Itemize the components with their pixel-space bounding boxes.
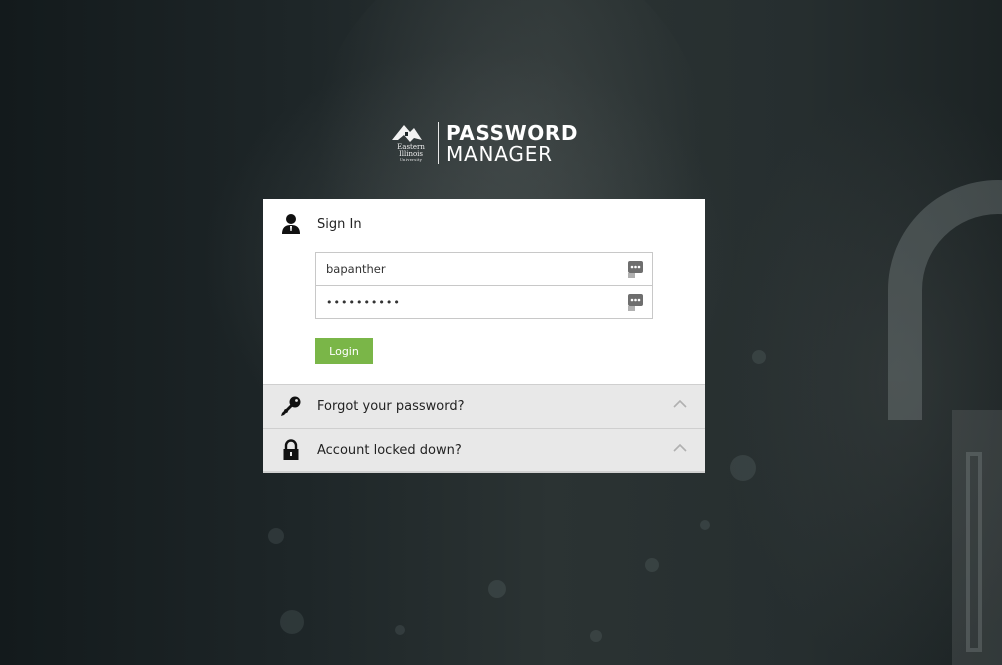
- panel-bottom-border: [263, 471, 705, 473]
- username-field[interactable]: [315, 252, 653, 286]
- bokeh-dot: [488, 580, 506, 598]
- bokeh-dot: [752, 350, 766, 364]
- password-input[interactable]: [316, 286, 626, 318]
- account-locked-accordion[interactable]: Account locked down?: [263, 428, 705, 472]
- university-wordmark: Eastern Illinois University: [390, 144, 432, 163]
- bokeh-dot: [280, 610, 304, 634]
- forgot-password-accordion[interactable]: Forgot your password?: [263, 384, 705, 428]
- user-icon: [282, 214, 300, 234]
- account-locked-label[interactable]: Account locked down?: [317, 443, 462, 458]
- university-line-3: University: [399, 158, 423, 162]
- padlock-icon: [283, 439, 299, 460]
- username-input[interactable]: [316, 253, 626, 285]
- app-title: PASSWORD MANAGER: [446, 122, 578, 165]
- bokeh-dot: [590, 630, 602, 642]
- padlock-shackle-graphic: [888, 180, 1002, 420]
- password-manager-icon[interactable]: [627, 293, 644, 312]
- forgot-password-label[interactable]: Forgot your password?: [317, 399, 465, 414]
- bokeh-dot: [645, 558, 659, 572]
- chevron-up-icon[interactable]: [673, 443, 687, 453]
- chevron-up-icon[interactable]: [673, 399, 687, 409]
- bokeh-dot: [395, 625, 405, 635]
- bokeh-dot: [700, 520, 710, 530]
- signin-title: Sign In: [317, 217, 362, 232]
- key-icon: [281, 396, 301, 416]
- password-field[interactable]: [315, 285, 653, 319]
- app-title-line-1: PASSWORD: [446, 121, 579, 145]
- bokeh-dot: [268, 528, 284, 544]
- login-button[interactable]: Login: [315, 338, 373, 364]
- app-title-line-2: MANAGER: [446, 142, 553, 166]
- eiu-password-manager-logo: Eastern Illinois University PASSWORD MAN…: [388, 120, 588, 166]
- login-panel: Sign In Login Forgot your password?: [263, 199, 705, 473]
- university-line-2: Illinois: [398, 150, 424, 158]
- bokeh-dot: [730, 455, 756, 481]
- logo-divider: [438, 122, 439, 164]
- signin-header: Sign In: [263, 199, 705, 251]
- password-manager-icon[interactable]: [627, 260, 644, 279]
- padlock-slot-graphic: [966, 452, 982, 652]
